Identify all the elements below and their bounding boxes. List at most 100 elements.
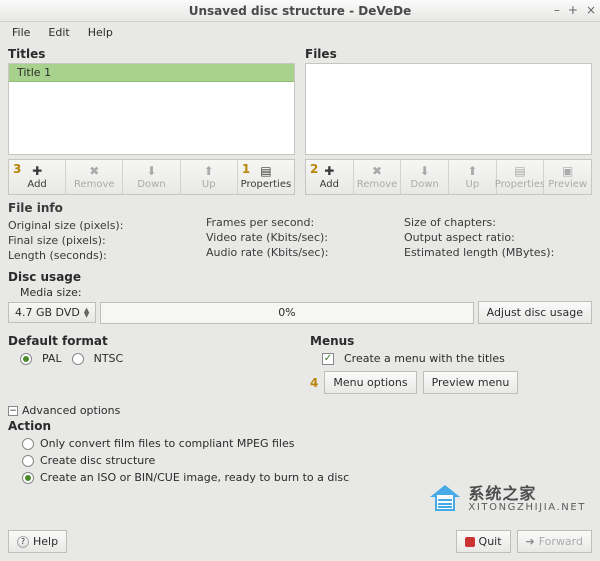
button-label: Down — [137, 179, 165, 190]
info-est-length: Estimated length (MBytes): — [404, 246, 592, 259]
radio-action-iso-label: Create an ISO or BIN/CUE image, ready to… — [40, 471, 349, 484]
quit-icon — [465, 537, 475, 547]
close-button[interactable]: × — [586, 3, 596, 17]
help-icon: ? — [17, 536, 29, 548]
window-title: Unsaved disc structure - DeVeDe — [189, 4, 412, 18]
titles-properties-button[interactable]: 1 ▤ Properties — [238, 160, 294, 194]
files-panel: Files 2 ✚ Add ✖ Remove ⬇ Down ⬆ U — [305, 47, 592, 195]
spin-arrows-icon: ▲▼ — [84, 308, 89, 318]
watermark-text-url: XITONGZHIJIA.NET — [468, 503, 586, 514]
files-add-button[interactable]: 2 ✚ Add — [306, 160, 354, 194]
radio-action-structure[interactable] — [22, 455, 34, 467]
button-label: Help — [33, 535, 58, 548]
watermark-text-cn: 系统之家 — [468, 486, 586, 503]
watermark: 系统之家 XITONGZHIJIA.NET — [428, 485, 586, 515]
advanced-options-expander[interactable]: − Advanced options — [8, 404, 592, 417]
house-logo-icon — [428, 485, 462, 515]
titles-up-button[interactable]: ⬆ Up — [181, 160, 238, 194]
file-info-heading: File info — [8, 201, 196, 215]
files-preview-button[interactable]: ▣ Preview — [544, 160, 591, 194]
preview-menu-button[interactable]: Preview menu — [423, 371, 519, 394]
titles-panel: Titles Title 1 3 ✚ Add ✖ Remove ⬇ Down — [8, 47, 295, 195]
badge: 2 — [310, 162, 318, 176]
menu-help[interactable]: Help — [80, 24, 121, 41]
menubar: File Edit Help — [0, 22, 600, 43]
arrow-down-icon: ⬇ — [145, 164, 159, 178]
cross-icon: ✖ — [87, 164, 101, 178]
arrow-down-icon: ⬇ — [418, 164, 432, 178]
list-item[interactable]: Title 1 — [9, 64, 294, 82]
titles-down-button[interactable]: ⬇ Down — [123, 160, 180, 194]
titles-add-button[interactable]: 3 ✚ Add — [9, 160, 66, 194]
cross-icon: ✖ — [370, 164, 384, 178]
menu-file[interactable]: File — [4, 24, 38, 41]
action-heading: Action — [8, 419, 592, 433]
properties-icon: ▤ — [513, 164, 527, 178]
info-video-rate: Video rate (Kbits/sec): — [206, 231, 394, 244]
badge: 4 — [310, 376, 318, 390]
button-label: Add — [27, 179, 46, 190]
titlebar: Unsaved disc structure - DeVeDe – + × — [0, 0, 600, 22]
files-down-button[interactable]: ⬇ Down — [401, 160, 449, 194]
button-label: Adjust disc usage — [487, 306, 583, 319]
bottom-bar: ? Help Quit ➔ Forward — [8, 530, 592, 553]
files-up-button[interactable]: ⬆ Up — [449, 160, 497, 194]
arrow-right-icon: ➔ — [526, 535, 535, 548]
info-audio-rate: Audio rate (Kbits/sec): — [206, 246, 394, 259]
files-properties-button[interactable]: ▤ Properties — [497, 160, 545, 194]
plus-icon: ✚ — [322, 164, 336, 178]
button-label: Preview menu — [432, 376, 510, 389]
button-label: Menu options — [333, 376, 407, 389]
titles-listbox[interactable]: Title 1 — [8, 63, 295, 155]
button-label: Up — [202, 179, 216, 190]
files-listbox[interactable] — [305, 63, 592, 155]
files-remove-button[interactable]: ✖ Remove — [354, 160, 402, 194]
forward-button[interactable]: ➔ Forward — [517, 530, 592, 553]
titles-label: Titles — [8, 47, 295, 61]
radio-ntsc[interactable] — [72, 353, 84, 365]
radio-action-convert-label: Only convert film files to compliant MPE… — [40, 437, 294, 450]
menus-heading: Menus — [310, 334, 592, 348]
button-label: Quit — [479, 535, 502, 548]
button-label: Up — [466, 179, 480, 190]
button-label: Add — [320, 179, 339, 190]
disc-usage-progress: 0% — [100, 302, 473, 324]
info-original-size: Original size (pixels): — [8, 219, 196, 232]
properties-icon: ▤ — [259, 164, 273, 178]
checkbox-create-menu-label: Create a menu with the titles — [344, 352, 505, 365]
info-fps: Frames per second: — [206, 216, 394, 229]
info-aspect-ratio: Output aspect ratio: — [404, 231, 592, 244]
default-format-heading: Default format — [8, 334, 290, 348]
button-label: Down — [411, 179, 439, 190]
combo-value: 4.7 GB DVD — [15, 306, 80, 319]
media-size-combo[interactable]: 4.7 GB DVD ▲▼ — [8, 302, 96, 323]
maximize-button[interactable]: + — [568, 3, 578, 17]
button-label: Properties — [241, 179, 292, 190]
radio-action-convert[interactable] — [22, 438, 34, 450]
minimize-button[interactable]: – — [554, 3, 560, 17]
files-label: Files — [305, 47, 592, 61]
radio-action-iso[interactable] — [22, 472, 34, 484]
help-button[interactable]: ? Help — [8, 530, 67, 553]
info-length: Length (seconds): — [8, 249, 196, 262]
info-chapters-size: Size of chapters: — [404, 216, 592, 229]
plus-icon: ✚ — [30, 164, 44, 178]
arrow-up-icon: ⬆ — [202, 164, 216, 178]
menu-edit[interactable]: Edit — [40, 24, 77, 41]
disc-usage-heading: Disc usage — [8, 270, 592, 284]
expander-label: Advanced options — [22, 404, 120, 417]
radio-action-structure-label: Create disc structure — [40, 454, 155, 467]
radio-pal[interactable] — [20, 353, 32, 365]
checkbox-create-menu[interactable] — [322, 353, 334, 365]
radio-ntsc-label: NTSC — [94, 352, 124, 365]
progress-text: 0% — [278, 306, 295, 319]
arrow-up-icon: ⬆ — [465, 164, 479, 178]
minus-icon: − — [8, 406, 18, 416]
menu-options-button[interactable]: Menu options — [324, 371, 416, 394]
media-size-label: Media size: — [8, 286, 592, 299]
radio-pal-label: PAL — [42, 352, 62, 365]
quit-button[interactable]: Quit — [456, 530, 511, 553]
titles-remove-button[interactable]: ✖ Remove — [66, 160, 123, 194]
adjust-disc-usage-button[interactable]: Adjust disc usage — [478, 301, 592, 324]
button-label: Properties — [495, 179, 546, 190]
